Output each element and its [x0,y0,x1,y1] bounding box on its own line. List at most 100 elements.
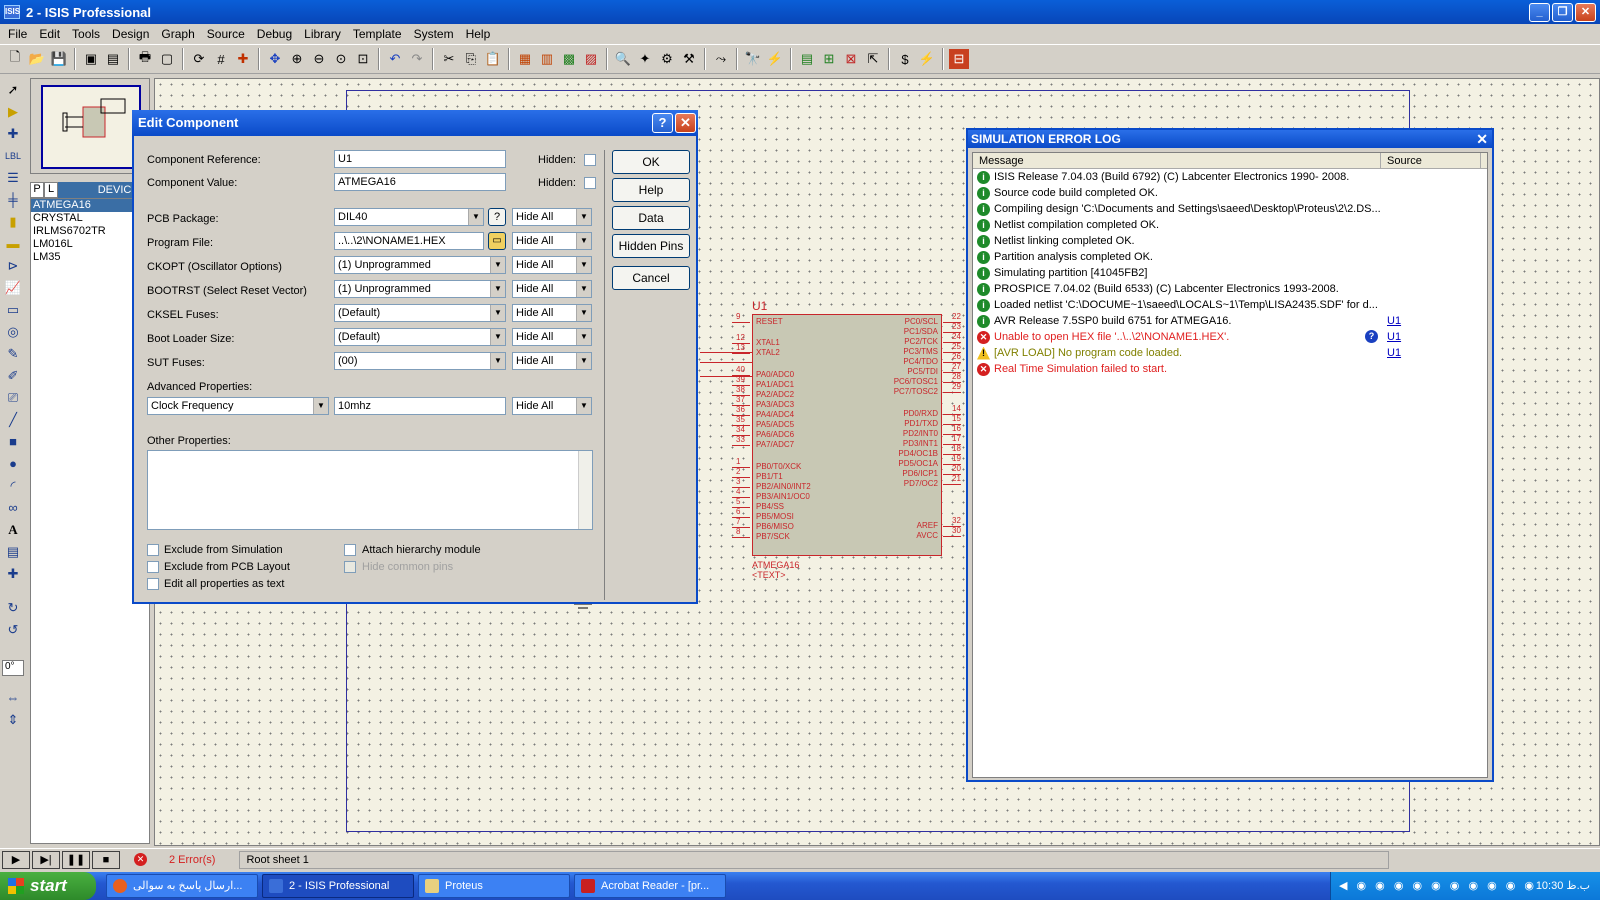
zoom-in-icon[interactable]: ⊕ [287,49,307,69]
arc-icon[interactable]: ◜ [2,476,24,496]
sut-fuses-select[interactable]: (00) ▼ [334,352,506,370]
other-properties-textarea[interactable] [147,450,593,530]
marker-icon[interactable]: ✚ [2,564,24,584]
help-question-button[interactable]: ? [652,113,673,133]
circle-icon[interactable]: ● [2,454,24,474]
grid-icon[interactable]: # [211,49,231,69]
open-icon[interactable]: 📂 [27,49,47,69]
ref-hidden-checkbox[interactable] [584,154,596,166]
simlog-close-icon[interactable]: ✕ [1476,130,1488,148]
exclude-pcb-checkbox[interactable] [147,561,159,573]
menu-graph[interactable]: Graph [155,27,200,41]
ckopt-hide-select[interactable]: Hide All ▼ [512,256,592,274]
netlist-to-ares-icon[interactable]: ⊟ [949,49,969,69]
edit-as-text-checkbox[interactable] [147,578,159,590]
cut-icon[interactable]: ✂ [439,49,459,69]
attach-hierarchy-checkbox[interactable] [344,544,356,556]
program-hide-select[interactable]: Hide All ▼ [512,232,592,250]
bootsize-hide-select[interactable]: Hide All ▼ [512,328,592,346]
tray-icons[interactable]: ◀ ◉ ◉ ◉ ◉ ◉ ◉ ◉ ◉ ◉ ◉ [1339,880,1537,892]
symbol-icon[interactable]: ▤ [2,542,24,562]
redo-icon[interactable]: ↷ [407,49,427,69]
add-sheet-icon[interactable]: ⊞ [819,49,839,69]
advanced-property-select[interactable]: Clock Frequency ▼ [147,397,329,415]
play-button[interactable]: ▶ [2,850,30,869]
minimize-button[interactable]: _ [1529,3,1550,22]
step-button[interactable]: ▶| [32,850,60,869]
terminals-icon[interactable]: ▬ [2,234,24,254]
pan-icon[interactable]: ✥ [265,49,285,69]
help-button[interactable]: Help [612,178,690,202]
cksel-hide-select[interactable]: Hide All ▼ [512,304,592,322]
log-row[interactable]: i Simulating partition [41045FB2] [973,265,1487,281]
task-acrobat[interactable]: Acrobat Reader - [pr... [574,874,726,898]
program-file-input[interactable]: ..\..\2\NONAME1.HEX [334,232,484,250]
menu-debug[interactable]: Debug [251,27,298,41]
task-firefox[interactable]: ارسال پاسخ به سوالی... [106,874,258,898]
pcb-package-select[interactable]: DIL40 ▼ [334,208,484,226]
menu-design[interactable]: Design [106,27,155,41]
print-icon[interactable]: 🖶 [135,49,155,69]
log-row[interactable]: i PROSPICE 7.04.02 (Build 6533) (C) Labce… [973,281,1487,297]
browse-folder-icon[interactable]: ▭ [488,232,506,250]
block-delete-icon[interactable]: ▨ [581,49,601,69]
data-button[interactable]: Data [612,206,690,230]
log-row[interactable]: i AVR Release 7.5SP0 build 6751 for ATMEG… [973,313,1487,329]
log-source-link[interactable]: U1 [1387,331,1401,343]
task-isis[interactable]: 2 - ISIS Professional [262,874,414,898]
selection-mode-icon[interactable]: ➚ [2,80,24,100]
junction-dot-icon[interactable]: ✚ [2,124,24,144]
buses-icon[interactable]: ╪ [2,190,24,210]
text-icon[interactable]: A [2,520,24,540]
log-row[interactable]: i ISIS Release 7.04.03 (Build 6792) (C) L… [973,169,1487,185]
line-icon[interactable]: ╱ [2,410,24,430]
pcb-package-help-button[interactable]: ? [488,208,506,226]
packaging-tool-icon[interactable]: ⚙ [657,49,677,69]
wire-label-icon[interactable]: LBL [2,146,24,166]
ok-button[interactable]: OK [612,150,690,174]
mirror-horizontal-icon[interactable]: ⇔ [2,688,24,708]
log-row[interactable]: ! [AVR LOAD] No program code loaded. U1 [973,345,1487,361]
component-value-input[interactable]: ATMEGA16 [334,173,506,191]
block-copy-icon[interactable]: ▦ [515,49,535,69]
exclude-simulation-checkbox[interactable] [147,544,159,556]
menu-edit[interactable]: Edit [33,27,66,41]
clock[interactable]: 10:30 ب.ظ [1536,872,1590,900]
current-probe-icon[interactable]: ✐ [2,366,24,386]
component-reference-input[interactable]: U1 [334,150,506,168]
message-column-header[interactable]: Message [973,153,1381,168]
exit-to-parent-icon[interactable]: ⇱ [863,49,883,69]
decompose-icon[interactable]: ⚒ [679,49,699,69]
log-row[interactable]: i Netlist compilation completed OK. [973,217,1487,233]
start-button[interactable]: start [0,872,96,900]
log-row[interactable]: ✕ Unable to open HEX file '..\..\2\NONAME… [973,329,1487,345]
refresh-icon[interactable]: ⟳ [189,49,209,69]
graph-icon[interactable]: 📈 [2,278,24,298]
menu-file[interactable]: File [2,27,33,41]
close-button[interactable]: ✕ [1575,3,1596,22]
restore-button[interactable]: ❐ [1552,3,1573,22]
box-icon[interactable]: ■ [2,432,24,452]
rotate-cw-icon[interactable]: ↻ [2,598,24,618]
electrical-rule-check-icon[interactable]: ⚡ [917,49,937,69]
log-row[interactable]: i Partition analysis completed OK. [973,249,1487,265]
component-mode-icon[interactable]: ▶ [2,102,24,122]
stop-button[interactable]: ■ [92,850,120,869]
pause-button[interactable]: ❚❚ [62,850,90,869]
advanced-hide-select[interactable]: Hide All ▼ [512,397,592,415]
log-row[interactable]: i Source code build completed OK. [973,185,1487,201]
new-sheet-icon[interactable]: ▤ [797,49,817,69]
cancel-button[interactable]: Cancel [612,266,690,290]
dialog-close-button[interactable]: ✕ [675,113,696,133]
menu-library[interactable]: Library [298,27,347,41]
path-icon[interactable]: ∞ [2,498,24,518]
ckopt-select[interactable]: (1) Unprogrammed ▼ [334,256,506,274]
source-column-header[interactable]: Source [1381,153,1481,168]
text-script-icon[interactable]: ☰ [2,168,24,188]
block-move-icon[interactable]: ▥ [537,49,557,69]
log-source-link[interactable]: U1 [1387,347,1401,359]
boot-loader-size-select[interactable]: (Default) ▼ [334,328,506,346]
mirror-vertical-icon[interactable]: ⇕ [2,710,24,730]
textarea-scrollbar[interactable] [578,451,592,529]
import-icon[interactable]: ▣ [81,49,101,69]
